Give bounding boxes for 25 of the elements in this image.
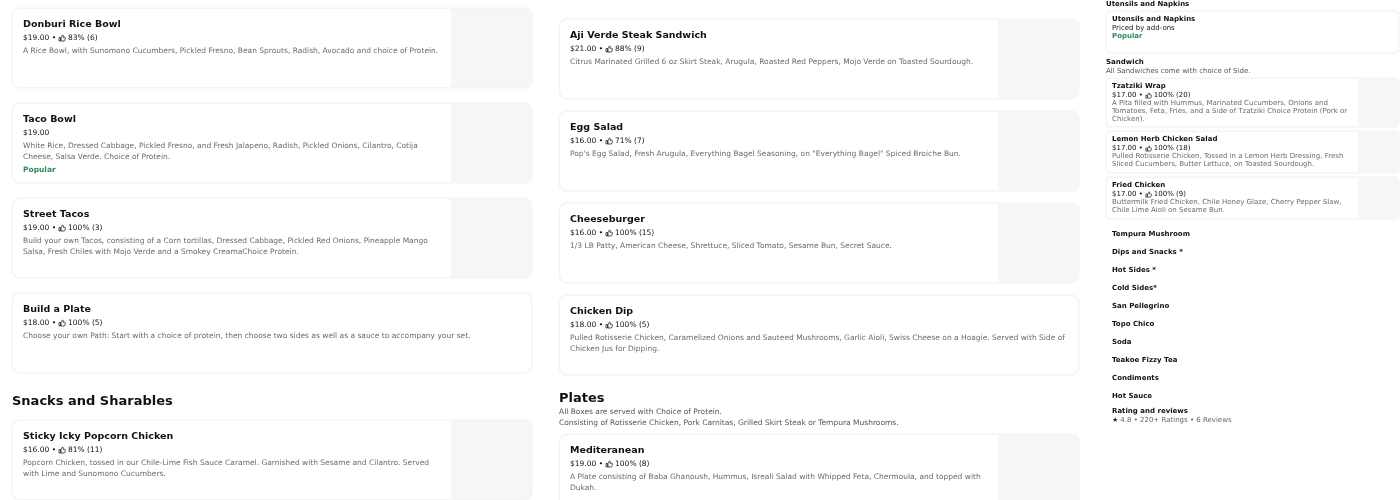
item-title: Chicken Dip: [570, 304, 635, 317]
thumbs-up-icon: [605, 459, 614, 468]
thumbs-up-icon: [605, 136, 614, 145]
thumbs-up-icon: [1144, 91, 1152, 99]
thumbs-up-icon: [605, 320, 614, 329]
thumbs-up-icon: [58, 223, 67, 232]
thumbs-up-icon: [1144, 190, 1152, 198]
section-heading: Snacks and Sharables: [12, 392, 174, 409]
thumbs-up-icon: [1144, 144, 1152, 152]
menu-item-card[interactable]: [12, 198, 532, 278]
item-title: Build a Plate: [23, 302, 92, 315]
item-title: Street Tacos: [23, 207, 91, 220]
thumbs-up-icon: [58, 318, 67, 327]
thumbs-up-icon: [58, 33, 67, 42]
item-title: Aji Verde Steak Sandwich: [570, 28, 708, 41]
item-title: Egg Salad: [570, 120, 625, 133]
item-title: Sticky Icky Popcorn Chicken: [23, 429, 175, 442]
item-title: Cheeseburger: [570, 212, 646, 225]
thumbs-up-icon: [605, 44, 614, 53]
thumbs-up-icon: [58, 445, 67, 454]
section-heading: Plates: [559, 389, 606, 406]
item-title: Donburi Rice Bowl: [23, 17, 122, 30]
item-title: Taco Bowl: [23, 112, 77, 125]
thumbs-up-icon: [605, 228, 614, 237]
item-title: Mediteranean: [570, 443, 646, 456]
